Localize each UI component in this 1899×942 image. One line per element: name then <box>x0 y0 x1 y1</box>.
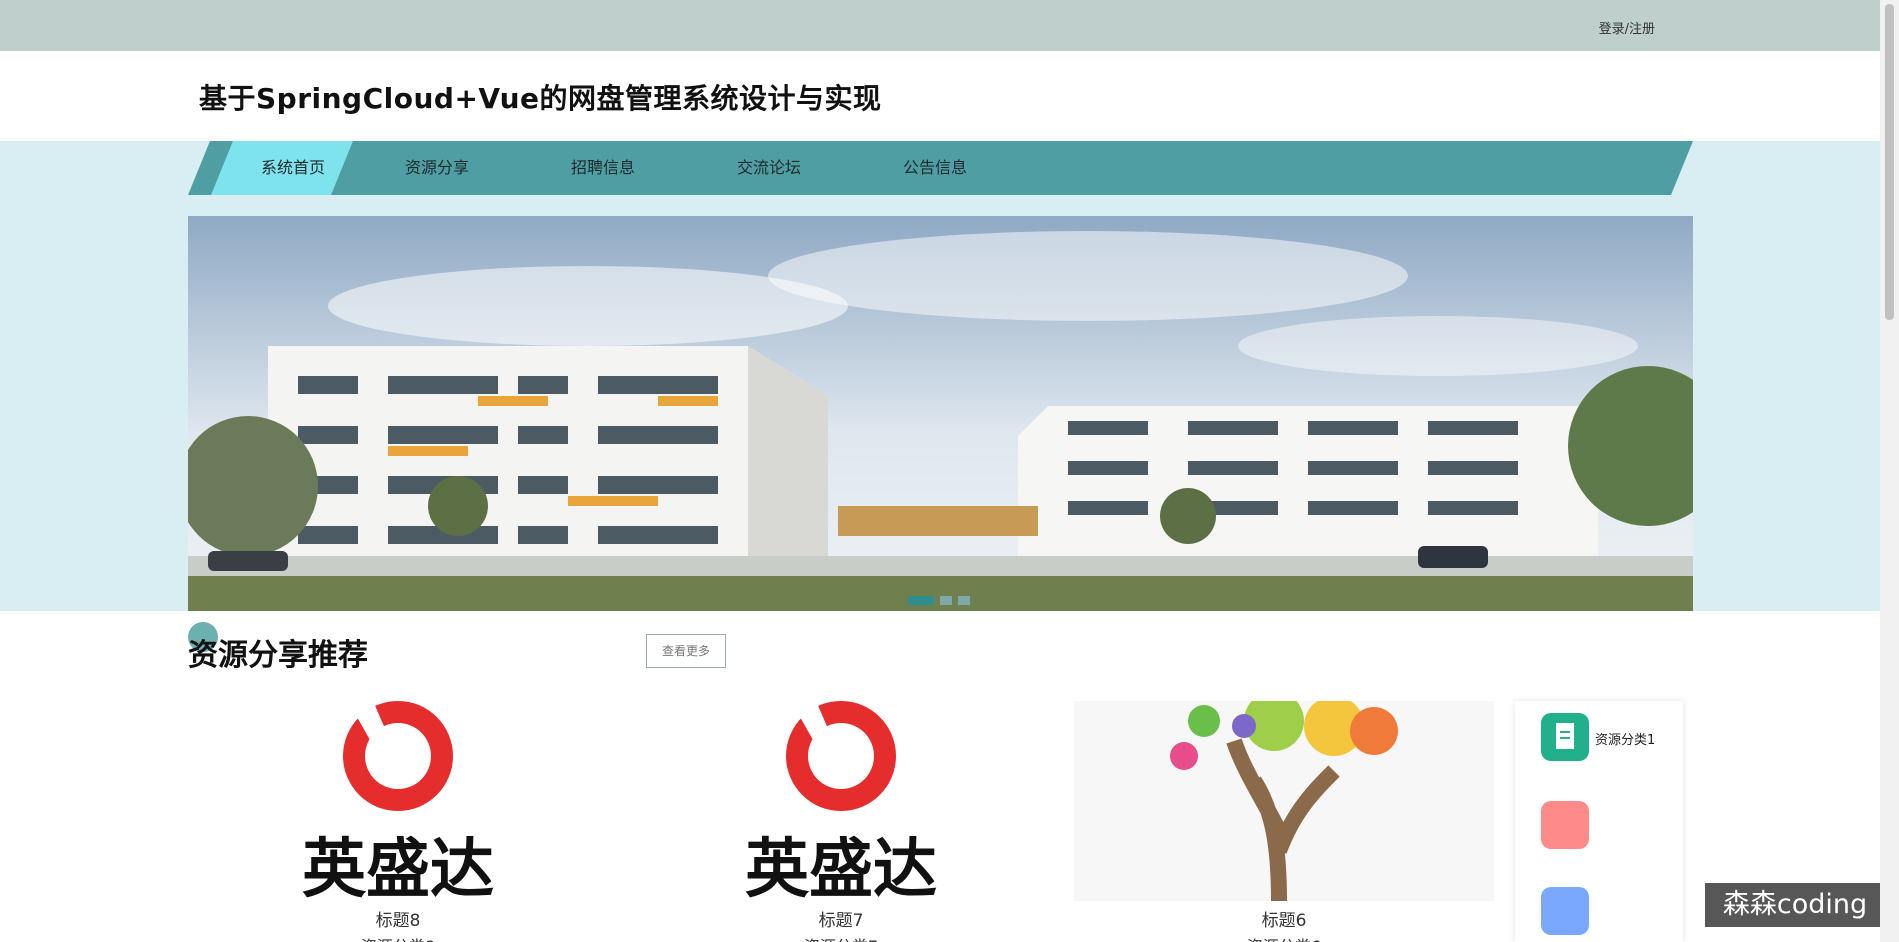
resource-card-category: 资源分类6 <box>1074 933 1494 942</box>
login-register-link[interactable]: 登录/注册 <box>1599 18 1655 37</box>
carousel-dot-2[interactable] <box>940 596 952 605</box>
resource-card-category: 资源分类8 <box>188 933 608 942</box>
tree-image <box>1074 701 1494 902</box>
watermark: 森森coding <box>1705 883 1885 927</box>
main-nav: 系统首页 资源分享 招聘信息 交流论坛 公告信息 <box>188 141 1693 195</box>
site-title: 基于SpringCloud+Vue的网盘管理系统设计与实现 <box>199 82 882 115</box>
nav-item-resource-share[interactable]: 资源分享 <box>382 141 492 195</box>
logo-image: 英盛达 <box>745 701 937 905</box>
category-icon <box>1541 887 1589 935</box>
resource-card[interactable]: 标题6 资源分类6 <box>1074 701 1494 942</box>
banner-carousel[interactable] <box>188 216 1693 611</box>
logo-text: 英盛达 <box>302 833 494 901</box>
nav-item-home[interactable]: 系统首页 <box>238 141 348 195</box>
category-item-1[interactable]: 资源分类1 <box>1541 713 1681 761</box>
resource-card-image <box>1074 701 1494 902</box>
resource-card-title: 标题8 <box>375 911 421 931</box>
carousel-dot-3[interactable] <box>958 596 970 605</box>
resource-card-image: 英盛达 <box>188 701 608 905</box>
resource-card-category: 资源分类7 <box>631 933 1051 942</box>
document-icon <box>1541 713 1589 761</box>
category-item-3[interactable] <box>1541 887 1681 935</box>
carousel-dot-1[interactable] <box>908 596 934 605</box>
resource-card-title: 标题7 <box>818 911 864 931</box>
view-more-button[interactable]: 查看更多 <box>646 634 726 668</box>
carousel-indicators <box>908 596 970 605</box>
banner-image <box>188 216 1693 611</box>
category-icon <box>1541 801 1589 849</box>
nav-item-forum[interactable]: 交流论坛 <box>714 141 824 195</box>
category-item-label: 资源分类1 <box>1595 733 1656 748</box>
logo-image: 英盛达 <box>302 701 494 905</box>
category-item-2[interactable] <box>1541 801 1681 849</box>
logo-text: 英盛达 <box>745 833 937 901</box>
category-side-panel: 资源分类1 <box>1515 701 1683 942</box>
site-header: 基于SpringCloud+Vue的网盘管理系统设计与实现 <box>0 51 1880 141</box>
section-title: 资源分享推荐 <box>188 638 368 673</box>
nav-item-announcements[interactable]: 公告信息 <box>880 141 990 195</box>
resource-card-title: 标题6 <box>1261 911 1307 931</box>
resource-card[interactable]: 英盛达 标题7 资源分类7 <box>631 701 1051 942</box>
nav-item-jobs[interactable]: 招聘信息 <box>548 141 658 195</box>
resource-card-image: 英盛达 <box>631 701 1051 905</box>
resource-card[interactable]: 英盛达 标题8 资源分类8 <box>188 701 608 942</box>
vertical-scrollbar[interactable] <box>1880 0 1899 942</box>
top-bar: 登录/注册 <box>0 0 1880 51</box>
scrollbar-thumb[interactable] <box>1885 4 1894 320</box>
